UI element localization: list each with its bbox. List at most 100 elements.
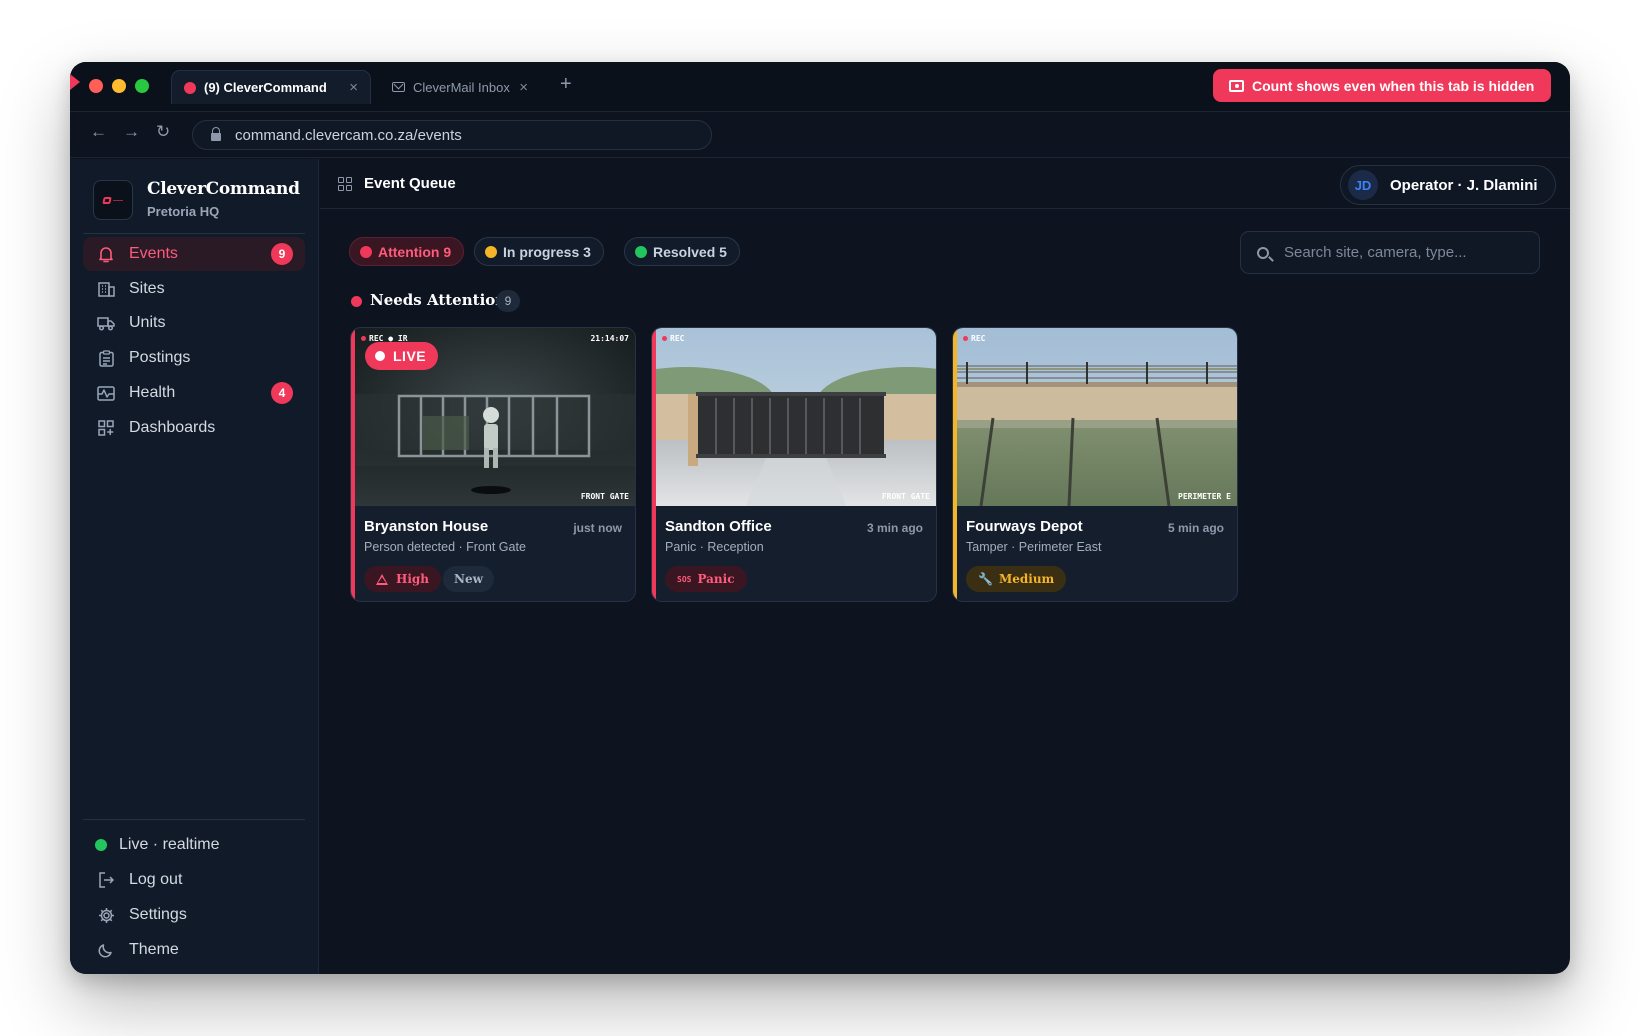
logout-label: Log out (129, 871, 183, 888)
sidebar-item-sites[interactable]: Sites (83, 272, 305, 306)
filter-label: In progress 3 (503, 243, 591, 260)
gear-icon (97, 906, 115, 924)
truck-icon (97, 314, 115, 332)
settings-button[interactable]: Settings (83, 898, 305, 932)
status-badge-new: New (443, 566, 494, 592)
event-card-fourways[interactable]: REC PERIMETER E Fourways Depot 5 min ago… (952, 327, 1238, 602)
sidebar-item-label: Sites (129, 280, 165, 297)
filter-label: Attention 9 (378, 243, 452, 260)
sidebar-item-health[interactable]: Health 4 (83, 376, 305, 410)
live-status-label: Live · realtime (119, 836, 220, 853)
sidebar-item-label: Health (129, 384, 176, 401)
warning-triangle-icon (376, 573, 388, 585)
browser-window: (9) CleverCommand × CleverMail Inbox × +… (70, 62, 1570, 974)
operator-menu[interactable]: JD Operator · J. Dlamini (1340, 165, 1556, 205)
sidebar-item-postings[interactable]: Postings (83, 341, 305, 375)
status-dot-icon (485, 245, 497, 258)
osd-camera-label: PERIMETER E (1178, 492, 1231, 501)
status-dot-icon (360, 245, 372, 258)
section-count-badge: 9 (496, 290, 520, 312)
card-title: Bryanston House (364, 518, 489, 535)
mail-icon (392, 82, 405, 92)
brand-subtitle: Pretoria HQ (147, 204, 220, 219)
filter-resolved[interactable]: Resolved 5 (624, 237, 740, 266)
brand-name: CleverCommand (147, 179, 300, 199)
divider (83, 819, 305, 820)
live-badge: LIVE (365, 342, 439, 370)
close-window-button[interactable] (89, 79, 103, 93)
sidebar-item-label: Postings (129, 349, 191, 366)
osd-status: REC (662, 334, 684, 343)
osd-status: REC (963, 334, 985, 343)
notification-dot-icon (184, 81, 196, 94)
logout-icon (97, 871, 115, 889)
url-field[interactable]: command.clevercam.co.za/events (192, 120, 712, 150)
section-dot-icon (351, 296, 362, 307)
live-status: Live · realtime (83, 828, 305, 862)
url-text: command.clevercam.co.za/events (235, 126, 462, 144)
lock-icon (211, 127, 221, 141)
filter-in-progress[interactable]: In progress 3 (474, 237, 604, 266)
notice-text: Count shows even when this tab is hidden (1252, 77, 1535, 94)
event-card-sandton[interactable]: REC FRONT GATE Sandton Office 3 min ago … (651, 327, 937, 602)
moon-icon (97, 941, 115, 959)
search-input[interactable] (1284, 244, 1514, 261)
address-bar-row: ← → ↻ command.clevercam.co.za/events (70, 112, 1570, 158)
sos-icon: SOS (677, 574, 692, 584)
tab-label: (9) CleverCommand (204, 80, 327, 95)
back-arrow-icon[interactable]: ← (90, 122, 107, 142)
card-title: Fourways Depot (966, 518, 1083, 535)
sidebar: CleverCommand Pretoria HQ Events 9 Sites… (70, 159, 319, 974)
avatar: JD (1348, 170, 1378, 200)
card-title: Sandton Office (665, 518, 772, 535)
search-icon (1257, 246, 1269, 259)
tab-clevercommand[interactable]: (9) CleverCommand × (171, 70, 371, 104)
building-icon (97, 280, 115, 298)
main-header: Event Queue JD Operator · J. Dlamini (320, 159, 1570, 209)
clipboard-icon (97, 349, 115, 367)
sidebar-item-events[interactable]: Events 9 (83, 237, 305, 271)
events-count-badge: 9 (271, 243, 293, 265)
tab-close-icon[interactable]: × (519, 79, 528, 96)
page-title: Event Queue (364, 175, 456, 192)
logout-button[interactable]: Log out (83, 863, 305, 897)
event-card-bryanston[interactable]: REC ● IR 21:14:07 FRONT GATE LIVE Bryans… (350, 327, 636, 602)
tab-close-icon[interactable]: × (349, 79, 358, 96)
settings-label: Settings (129, 906, 187, 923)
new-tab-button[interactable]: + (560, 73, 572, 96)
sidebar-item-label: Units (129, 314, 166, 331)
maximize-window-button[interactable] (135, 79, 149, 93)
flag-icon (70, 74, 80, 90)
severity-badge-panic: SOS Panic (665, 566, 747, 592)
sidebar-item-dashboards[interactable]: Dashboards (83, 411, 305, 445)
sidebar-item-label: Dashboards (129, 419, 216, 436)
filter-label: Resolved 5 (653, 243, 727, 260)
osd-timestamp: 21:14:07 (590, 334, 629, 343)
theme-label: Theme (129, 941, 179, 958)
camera-snapshot: REC PERIMETER E (957, 328, 1237, 506)
grid-icon (338, 177, 352, 191)
minimize-window-button[interactable] (112, 79, 126, 93)
forward-arrow-icon[interactable]: → (123, 122, 140, 142)
tab-clevermail[interactable]: CleverMail Inbox × (380, 70, 540, 104)
camera-snapshot: REC FRONT GATE (656, 328, 936, 506)
theme-button[interactable]: Theme (83, 933, 305, 967)
filter-attention[interactable]: Attention 9 (349, 237, 465, 266)
pulse-icon (97, 384, 115, 402)
tab-count-notice: Count shows even when this tab is hidden (1213, 69, 1551, 102)
bell-icon (97, 245, 115, 263)
status-dot-icon (635, 245, 647, 258)
sidebar-item-units[interactable]: Units (83, 306, 305, 340)
reload-icon[interactable]: ↻ (156, 122, 170, 142)
section-title: Needs Attention (370, 291, 507, 309)
tab-label: CleverMail Inbox (413, 79, 510, 95)
card-description: Person detected · Front Gate (364, 540, 526, 554)
osd-camera-label: FRONT GATE (881, 492, 930, 501)
search-box[interactable] (1240, 231, 1540, 274)
severity-badge-high: High (364, 566, 442, 592)
card-time: 5 min ago (1167, 521, 1224, 535)
wrench-icon: 🔧 (978, 572, 993, 586)
health-count-badge: 4 (271, 382, 293, 404)
severity-badge-medium: 🔧 Medium (966, 566, 1067, 592)
live-status-dot-icon (95, 839, 107, 851)
